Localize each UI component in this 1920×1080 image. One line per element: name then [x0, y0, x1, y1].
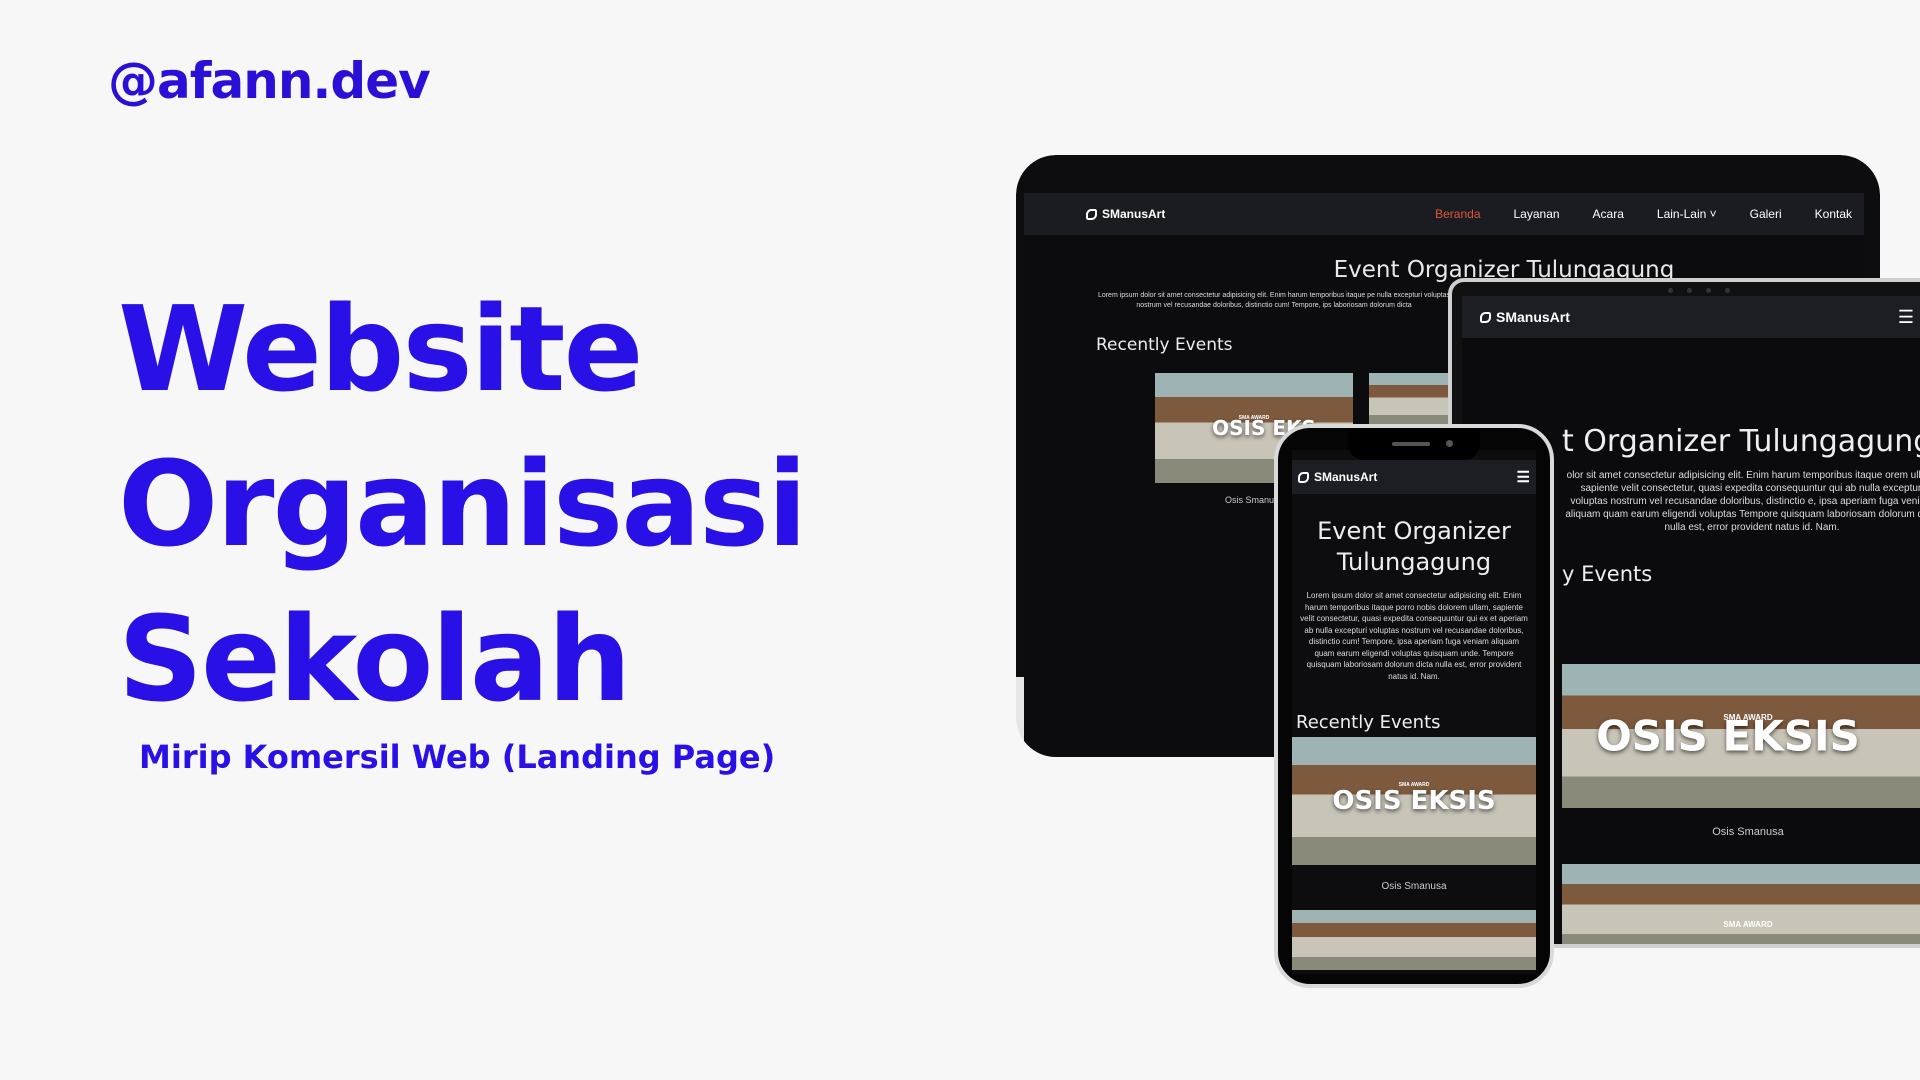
brand[interactable]: SManusArt — [1086, 207, 1165, 221]
nav-item-galeri[interactable]: Galeri — [1750, 207, 1782, 221]
hero-title: Event Organizer Tulungagung — [1292, 516, 1536, 578]
event-thumbnail-2[interactable] — [1369, 373, 1449, 427]
nav-item-layanan[interactable]: Layanan — [1514, 207, 1560, 221]
hero-text: Lorem ipsum dolor sit amet consectetur a… — [1300, 591, 1528, 681]
phone-notch — [1348, 428, 1480, 460]
brand[interactable]: SManusArt — [1480, 309, 1570, 325]
award-label: SMA AWARD — [1723, 919, 1773, 929]
tablet-navbar: SManusArt ☰ — [1462, 296, 1920, 338]
event-thumbnail: SMA AWARD OSIS EKSIS — [1292, 737, 1536, 865]
hamburger-menu-icon[interactable]: ☰ — [1898, 307, 1914, 328]
hero-text: Lorem ipsum dolor sit amet consectetur a… — [1097, 292, 1451, 309]
event-title: OSIS EKSIS — [1596, 711, 1860, 761]
event-card[interactable]: SMA AWARD OSIS EKSIS Osis Smanusa — [1562, 664, 1920, 838]
hamburger-menu-icon[interactable]: ☰ — [1517, 468, 1530, 486]
author-handle: @afann.dev — [108, 52, 431, 110]
nav-item-lain-lain[interactable]: Lain-Lain ˅ — [1657, 207, 1717, 221]
event-thumbnail: SMA AWARD OSIS EKSIS — [1562, 664, 1920, 808]
brand-name: SManusArt — [1102, 207, 1166, 221]
camera-icon — [1446, 440, 1453, 447]
hero-title-line-2: Tulungagung — [1336, 548, 1492, 576]
brand[interactable]: SManusArt — [1298, 470, 1377, 484]
hero-title-line-1: Event Organizer — [1317, 517, 1511, 545]
phone-mockup: SManusArt ☰ Event Organizer Tulungagung … — [1274, 424, 1554, 988]
event-caption: Osis Smanusa — [1712, 826, 1784, 838]
headline-line-3: Sekolah — [118, 590, 631, 728]
nav-item-acara[interactable]: Acara — [1593, 207, 1624, 221]
nav-links: Beranda Layanan Acara Lain-Lain ˅ Galeri… — [1435, 207, 1852, 221]
hero-title: t Organizer Tulungagung — [1562, 424, 1920, 459]
brand-logo-icon — [1480, 311, 1491, 323]
tablet-camera — [1668, 288, 1730, 293]
event-title: OSIS EKSIS — [1332, 786, 1496, 816]
speaker-icon — [1392, 442, 1430, 446]
phone-navbar: SManusArt ☰ — [1292, 460, 1536, 494]
event-thumbnail-2[interactable] — [1292, 910, 1536, 970]
brand-name: SManusArt — [1496, 309, 1570, 325]
event-thumbnail: SMA AWARD — [1562, 864, 1920, 944]
brand-name: SManusArt — [1314, 470, 1378, 484]
headline-line-1: Website — [118, 280, 644, 418]
recent-events-heading: y Events — [1562, 562, 1653, 586]
headline-line-2: Organisasi — [118, 435, 808, 573]
brand-logo-icon — [1086, 208, 1097, 220]
headline: Website Organisasi Sekolah — [118, 272, 808, 737]
nav-item-beranda[interactable]: Beranda — [1435, 207, 1480, 221]
nav-item-kontak[interactable]: Kontak — [1815, 207, 1852, 221]
hero-text: olor sit amet consectetur adipisicing el… — [1565, 470, 1920, 533]
desktop-navbar: SManusArt Beranda Layanan Acara Lain-Lai… — [1024, 193, 1864, 235]
recent-events-heading: Recently Events — [1296, 712, 1441, 733]
brand-logo-icon — [1298, 471, 1309, 483]
subline: Mirip Komersil Web (Landing Page) — [139, 738, 776, 776]
event-card[interactable]: SMA AWARD — [1562, 864, 1920, 944]
event-caption: Osis Smanusa — [1381, 881, 1447, 892]
event-card[interactable]: SMA AWARD OSIS EKSIS Osis Smanusa — [1292, 737, 1536, 892]
phone-screen: SManusArt ☰ Event Organizer Tulungagung … — [1292, 450, 1536, 974]
